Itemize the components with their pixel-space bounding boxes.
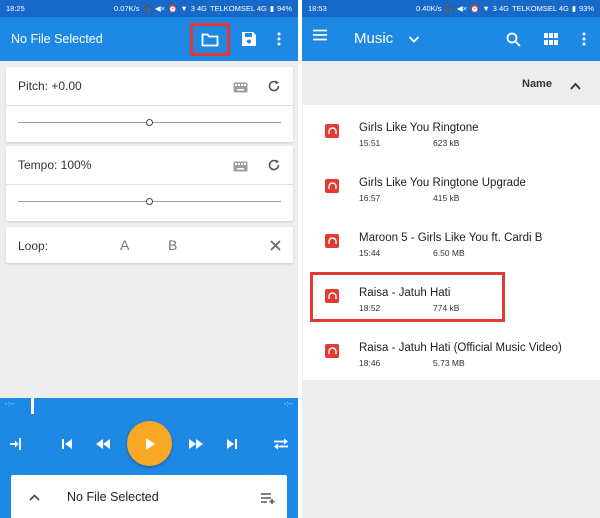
file-time: 16:57 bbox=[359, 193, 381, 203]
total-time: -:-- bbox=[284, 401, 293, 408]
seek-bar[interactable]: -:-- -:-- bbox=[0, 398, 298, 414]
more-vert-icon[interactable] bbox=[573, 28, 595, 50]
right-screen: 18:53 0.40K/s 🎧 ◀× ⏰ ▼ 3 4G TELKOMSEL 4G… bbox=[302, 0, 600, 518]
status-speed: 0.07K/s bbox=[114, 4, 140, 13]
tempo-slider-thumb[interactable] bbox=[146, 198, 153, 205]
loop-b-button[interactable]: B bbox=[168, 237, 177, 253]
headphone-status-icon: 🎧 bbox=[142, 4, 152, 13]
battery-status-icon: ▮ bbox=[269, 4, 274, 13]
file-title: Maroon 5 - Girls Like You ft. Cardi B bbox=[359, 232, 543, 244]
sort-ascending-icon[interactable] bbox=[570, 77, 581, 95]
tempo-card: Tempo: 100% bbox=[6, 146, 293, 221]
status-battery: 93% bbox=[578, 4, 594, 13]
folder-icon[interactable] bbox=[195, 24, 225, 54]
repeat-icon[interactable] bbox=[271, 434, 291, 454]
keyboard-icon[interactable] bbox=[231, 157, 249, 175]
status-bar: 18:53 0.40K/s 🎧 ◀× ⏰ ▼ 3 4G TELKOMSEL 4G… bbox=[302, 0, 600, 17]
pitch-slider-thumb[interactable] bbox=[146, 119, 153, 126]
file-time: 18:46 bbox=[359, 358, 381, 368]
open-folder-highlight bbox=[190, 22, 230, 56]
play-icon bbox=[145, 437, 155, 450]
file-size: 623 kB bbox=[433, 138, 460, 148]
status-network: 3 4G bbox=[190, 4, 208, 13]
list-item[interactable]: Girls Like You Ringtone Upgrade 16:57 41… bbox=[303, 160, 600, 215]
status-battery: 94% bbox=[276, 4, 292, 13]
mute-status-icon: ◀× bbox=[456, 4, 467, 13]
folder-title[interactable]: Music bbox=[354, 30, 393, 47]
loop-card: Loop: A B bbox=[6, 227, 293, 263]
audio-file-icon bbox=[325, 179, 339, 193]
expand-up-icon[interactable] bbox=[24, 487, 44, 507]
pitch-card: Pitch: +0.00 bbox=[6, 67, 293, 142]
status-network: 3 4G bbox=[492, 4, 510, 13]
headphone-status-icon: 🎧 bbox=[444, 4, 454, 13]
status-time: 18:25 bbox=[6, 4, 25, 13]
file-title: Raisa - Jatuh Hati (Official Music Video… bbox=[359, 342, 562, 354]
audio-file-icon bbox=[325, 344, 339, 358]
now-playing-title: No File Selected bbox=[67, 490, 159, 504]
keyboard-icon[interactable] bbox=[231, 78, 249, 96]
loop-a-button[interactable]: A bbox=[120, 237, 129, 253]
rewind-icon[interactable] bbox=[93, 434, 113, 454]
file-time: 15:51 bbox=[359, 138, 381, 148]
chevron-down-icon[interactable] bbox=[408, 31, 420, 49]
status-time: 18:53 bbox=[308, 4, 327, 13]
import-icon[interactable] bbox=[7, 434, 27, 454]
pitch-label: Pitch: +0.00 bbox=[18, 79, 82, 93]
mute-status-icon: ◀× bbox=[154, 4, 165, 13]
file-title: Girls Like You Ringtone Upgrade bbox=[359, 177, 526, 189]
app-bar: Music bbox=[302, 17, 600, 61]
more-vert-icon[interactable] bbox=[264, 24, 294, 54]
menu-icon[interactable] bbox=[312, 28, 328, 46]
status-bar: 18:25 0.07K/s 🎧 ◀× ⏰ ▼ 3 4G TELKOMSEL 4G… bbox=[0, 0, 298, 17]
list-item[interactable]: Raisa - Jatuh Hati (Official Music Video… bbox=[303, 325, 600, 380]
alarm-status-icon: ⏰ bbox=[469, 4, 480, 13]
fast-forward-icon[interactable] bbox=[186, 434, 206, 454]
file-title: Girls Like You Ringtone bbox=[359, 122, 479, 134]
file-size: 5.73 MB bbox=[433, 358, 465, 368]
loop-label: Loop: bbox=[18, 239, 49, 253]
skip-previous-icon[interactable] bbox=[57, 434, 77, 454]
selected-file-highlight bbox=[310, 272, 505, 322]
app-bar: No File Selected bbox=[0, 17, 298, 61]
status-speed: 0.40K/s bbox=[416, 4, 442, 13]
file-list: Girls Like You Ringtone 15:51 623 kB Gir… bbox=[303, 105, 600, 380]
left-screen: 18:25 0.07K/s 🎧 ◀× ⏰ ▼ 3 4G TELKOMSEL 4G… bbox=[0, 0, 298, 518]
wifi-status-icon: ▼ bbox=[482, 4, 490, 13]
status-carrier: TELKOMSEL 4G bbox=[210, 4, 267, 13]
save-icon[interactable] bbox=[234, 24, 264, 54]
battery-status-icon: ▮ bbox=[571, 4, 576, 13]
skip-next-icon[interactable] bbox=[222, 434, 242, 454]
seek-thumb[interactable] bbox=[31, 398, 35, 414]
playback-controls: No File Selected bbox=[0, 414, 298, 518]
sort-header[interactable]: Name bbox=[302, 61, 600, 105]
wifi-status-icon: ▼ bbox=[180, 4, 188, 13]
audio-file-icon bbox=[325, 124, 339, 138]
list-item[interactable]: Girls Like You Ringtone 15:51 623 kB bbox=[303, 105, 600, 160]
close-icon[interactable] bbox=[266, 236, 284, 254]
alarm-status-icon: ⏰ bbox=[167, 4, 178, 13]
sort-label: Name bbox=[522, 78, 552, 90]
file-size: 6.50 MB bbox=[433, 248, 465, 258]
elapsed-time: -:-- bbox=[5, 401, 14, 408]
page-title: No File Selected bbox=[11, 32, 103, 46]
tempo-label: Tempo: 100% bbox=[18, 158, 92, 172]
play-button[interactable] bbox=[127, 421, 172, 466]
reset-icon[interactable] bbox=[265, 156, 283, 174]
now-playing-sheet[interactable]: No File Selected bbox=[11, 475, 287, 518]
file-size: 415 kB bbox=[433, 193, 460, 203]
status-carrier: TELKOMSEL 4G bbox=[512, 4, 569, 13]
list-item[interactable]: Maroon 5 - Girls Like You ft. Cardi B 15… bbox=[303, 215, 600, 270]
grid-view-icon[interactable] bbox=[540, 28, 562, 50]
playlist-add-icon[interactable] bbox=[258, 488, 278, 508]
reset-icon[interactable] bbox=[265, 77, 283, 95]
audio-file-icon bbox=[325, 234, 339, 248]
search-icon[interactable] bbox=[502, 28, 524, 50]
file-time: 15:44 bbox=[359, 248, 381, 258]
